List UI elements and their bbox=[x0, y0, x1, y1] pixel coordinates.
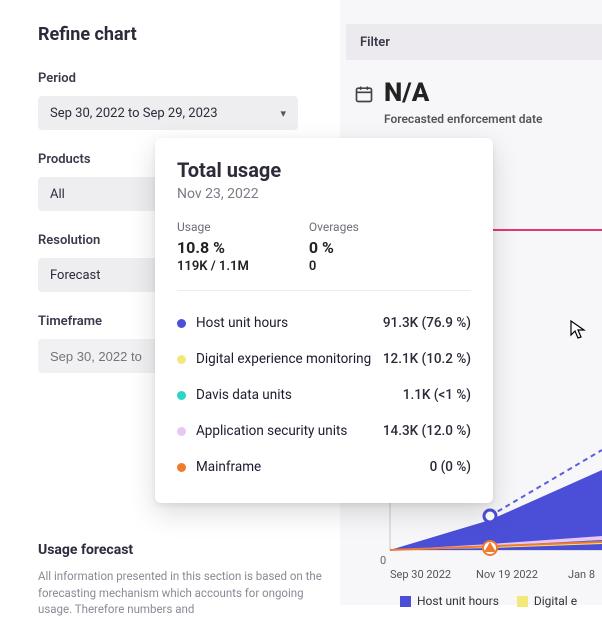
filter-label: Filter bbox=[360, 35, 390, 50]
chevron-down-icon: ▾ bbox=[280, 107, 286, 120]
tooltip-row-dot bbox=[177, 427, 186, 436]
tooltip-row: Davis data units 1.1K (<1 %) bbox=[177, 377, 471, 413]
tooltip-date: Nov 23, 2022 bbox=[177, 186, 471, 202]
legend-swatch-host bbox=[400, 596, 411, 607]
refine-heading: Refine chart bbox=[38, 24, 340, 45]
resolution-select[interactable]: Forecast bbox=[38, 258, 158, 292]
tooltip-row-label: Host unit hours bbox=[196, 315, 288, 331]
forecast-date-block: N/A Forecasted enforcement date bbox=[340, 80, 602, 126]
tooltip-title: Total usage bbox=[177, 158, 471, 182]
period-label: Period bbox=[38, 71, 340, 86]
tooltip-row-value: 12.1K (10.2 %) bbox=[383, 351, 471, 367]
tooltip-row: Mainframe 0 (0 %) bbox=[177, 449, 471, 485]
calendar-icon bbox=[354, 84, 374, 104]
forecast-date-value: N/A bbox=[384, 80, 542, 106]
tooltip-row-value: 1.1K (<1 %) bbox=[403, 387, 471, 403]
tooltip-row-dot bbox=[177, 355, 186, 364]
tooltip-row: Digital experience monitoring 12.1K (10.2… bbox=[177, 341, 471, 377]
legend-swatch-dem bbox=[517, 596, 528, 607]
usage-tooltip: Total usage Nov 23, 2022 Usage 10.8 % 11… bbox=[155, 138, 493, 503]
chart-xtick-2: Jan 8 bbox=[568, 568, 595, 581]
tooltip-overages-metric: Overages 0 % 0 bbox=[309, 220, 359, 274]
tooltip-row-dot bbox=[177, 391, 186, 400]
tooltip-overages-label: Overages bbox=[309, 220, 359, 234]
tooltip-row-value: 91.3K (76.9 %) bbox=[383, 315, 471, 331]
tooltip-row-value: 0 (0 %) bbox=[430, 459, 471, 475]
tooltip-row-value: 14.3K (12.0 %) bbox=[383, 423, 471, 439]
tooltip-row-label: Davis data units bbox=[196, 387, 292, 403]
chart-xtick-1: Nov 19 2022 bbox=[476, 568, 538, 581]
usage-forecast-block: Usage forecast All information presented… bbox=[38, 542, 328, 618]
resolution-value: Forecast bbox=[50, 268, 100, 283]
tooltip-row-dot bbox=[177, 319, 186, 328]
period-value: Sep 30, 2022 to Sep 29, 2023 bbox=[50, 106, 218, 121]
tooltip-row: Host unit hours 91.3K (76.9 %) bbox=[177, 305, 471, 341]
period-select[interactable]: Sep 30, 2022 to Sep 29, 2023 ▾ bbox=[38, 96, 298, 130]
usage-forecast-title: Usage forecast bbox=[38, 542, 328, 558]
chart-marker bbox=[484, 510, 496, 522]
tooltip-row: Application security units 14.3K (12.0 %) bbox=[177, 413, 471, 449]
chart-xtick-0: Sep 30 2022 bbox=[390, 568, 451, 581]
tooltip-usage-pct: 10.8 % bbox=[177, 238, 249, 257]
filter-bar[interactable]: Filter bbox=[346, 24, 602, 60]
tooltip-usage-metric: Usage 10.8 % 119K / 1.1M bbox=[177, 220, 249, 274]
tooltip-row-label: Digital experience monitoring bbox=[196, 351, 371, 367]
period-group: Period Sep 30, 2022 to Sep 29, 2023 ▾ bbox=[38, 71, 340, 130]
legend-label-0: Host unit hours bbox=[417, 594, 499, 608]
chart-ytick-0: 0 bbox=[380, 554, 386, 567]
tooltip-overages-val: 0 bbox=[309, 259, 359, 274]
products-value: All bbox=[50, 187, 65, 202]
tooltip-overages-pct: 0 % bbox=[309, 238, 359, 257]
tooltip-row-label: Application security units bbox=[196, 423, 347, 439]
tooltip-usage-frac: 119K / 1.1M bbox=[177, 259, 249, 274]
chart-legend: Host unit hours Digital e bbox=[400, 594, 577, 608]
cursor-icon bbox=[570, 320, 586, 344]
tooltip-row-label: Mainframe bbox=[196, 459, 261, 475]
tooltip-row-dot bbox=[177, 463, 186, 472]
legend-label-1: Digital e bbox=[534, 594, 577, 608]
forecast-date-caption: Forecasted enforcement date bbox=[384, 112, 542, 126]
tooltip-usage-label: Usage bbox=[177, 220, 249, 234]
products-select[interactable]: All bbox=[38, 177, 158, 211]
usage-forecast-text: All information presented in this sectio… bbox=[38, 568, 328, 618]
